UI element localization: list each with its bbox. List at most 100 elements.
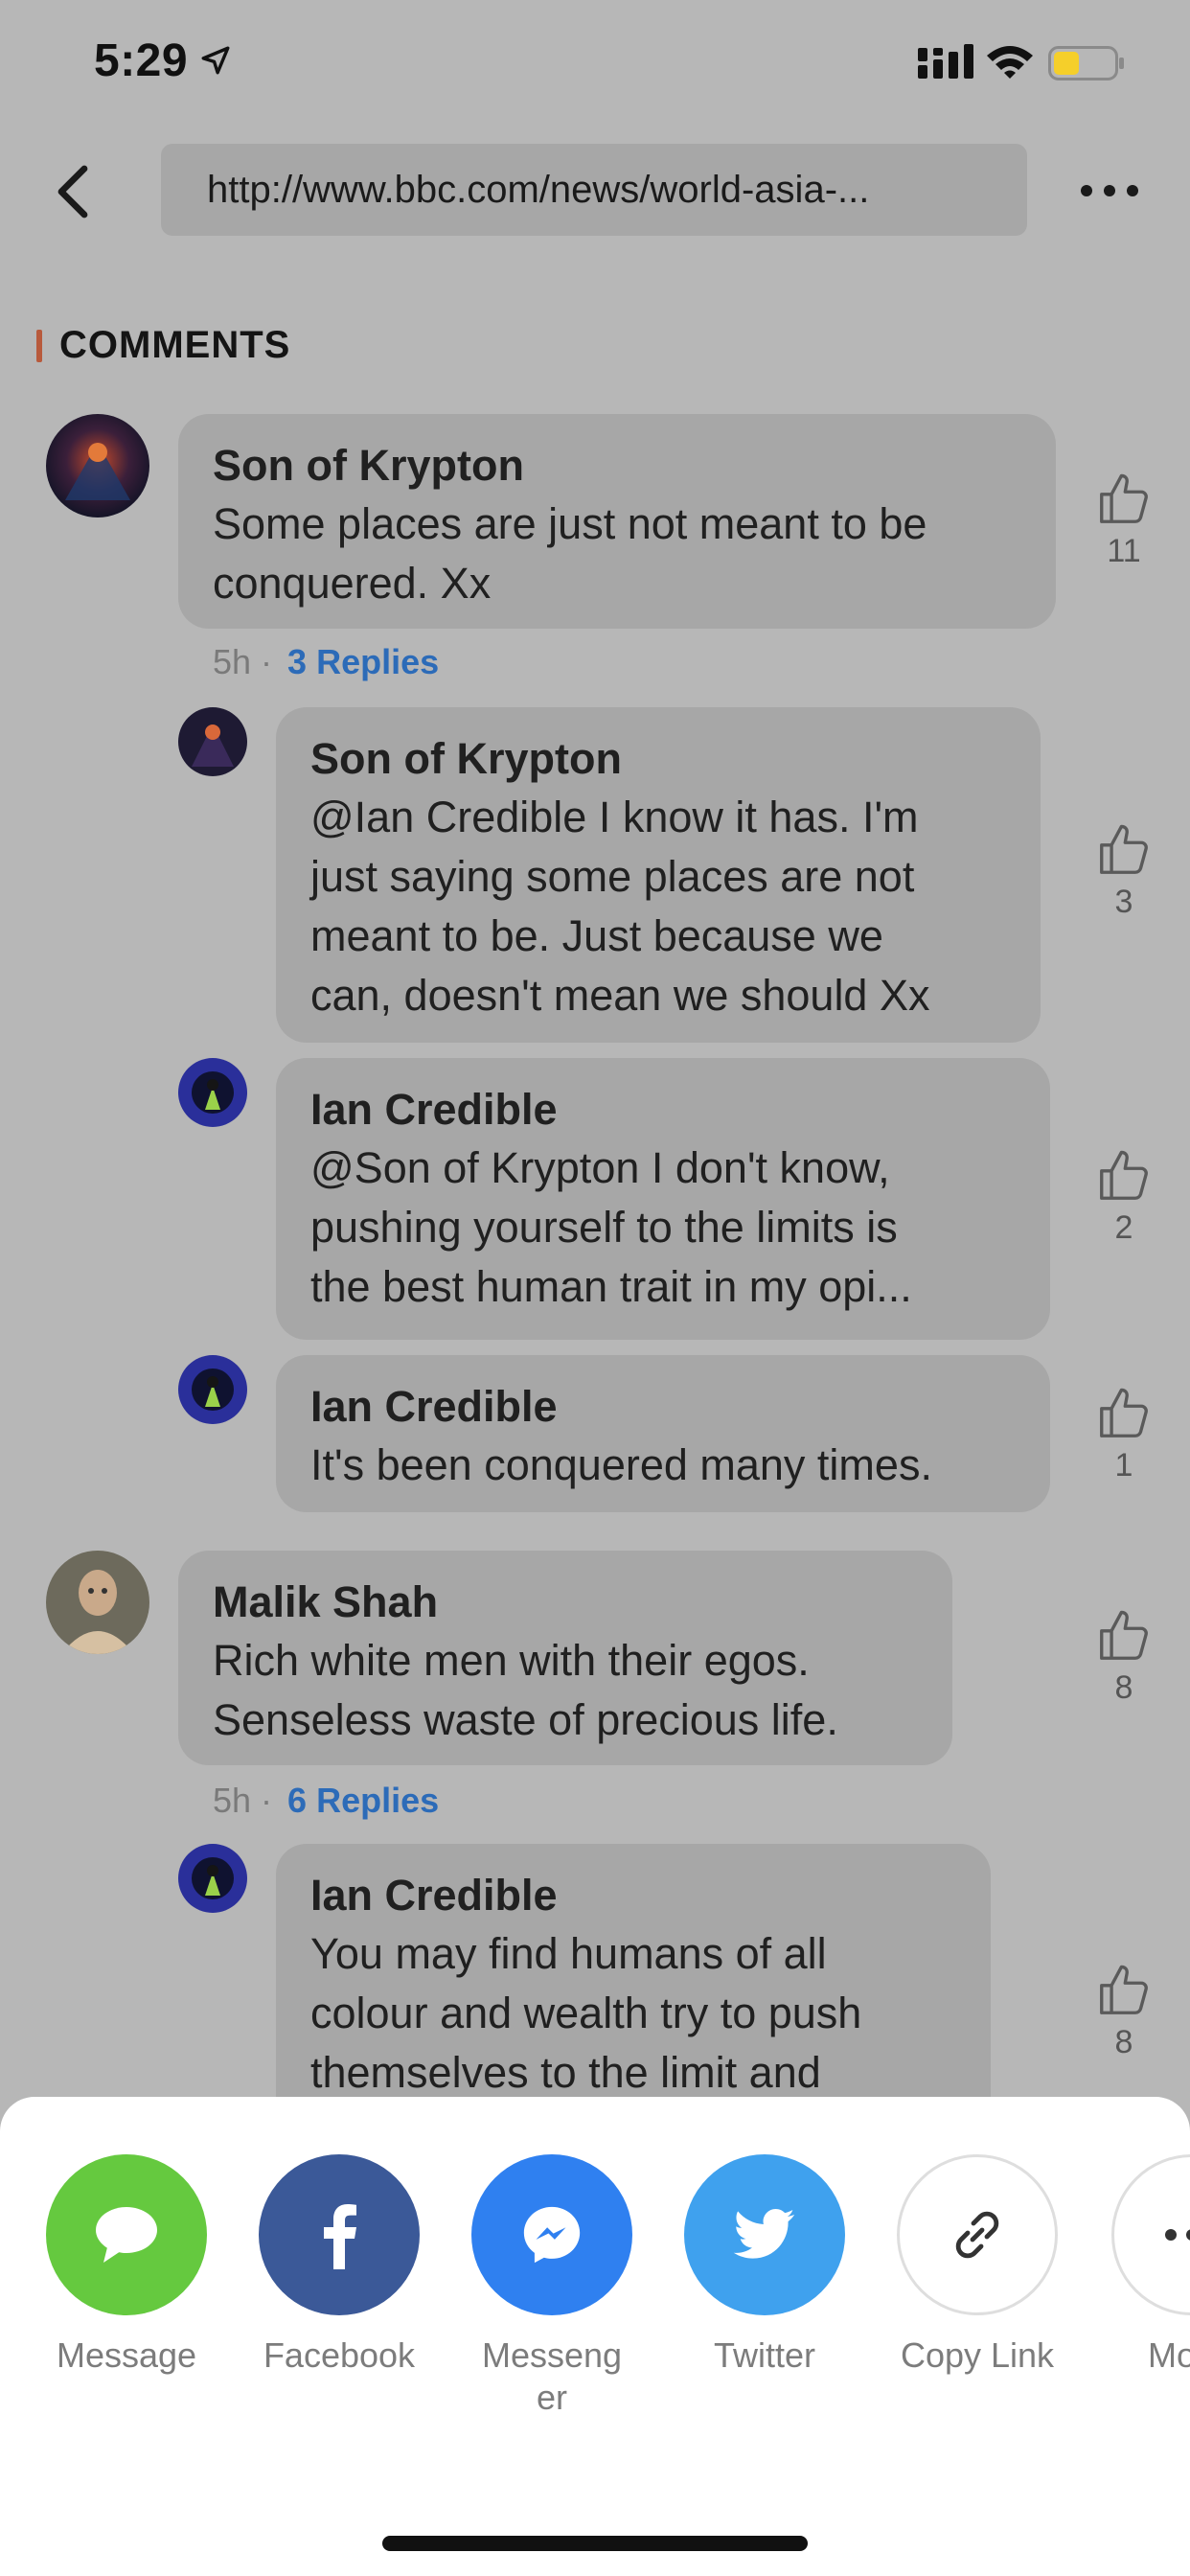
share-messenger-button[interactable]: Messeng er	[456, 2154, 648, 2419]
comment-bubble[interactable]: Son of Krypton Some places are just not …	[178, 414, 1056, 629]
comment-age: 5h	[213, 642, 252, 681]
share-label-line2: er	[536, 2378, 567, 2417]
dot-icon	[1104, 185, 1115, 196]
like-count: 3	[1114, 884, 1133, 920]
more-icon	[1165, 2229, 1190, 2241]
home-indicator	[382, 2536, 808, 2551]
thumbs-up-icon	[1100, 1610, 1148, 1660]
comment-bubble[interactable]: Malik Shah Rich white men with their ego…	[178, 1551, 952, 1765]
reply-bubble[interactable]: Son of Krypton @Ian Credible I know it h…	[276, 707, 1041, 1043]
share-label: Copy Link	[900, 2335, 1055, 2375]
reply-text-line: the best human trait in my opi...	[310, 1262, 912, 1311]
reply-text-line: @Ian Credible I know it has. I'm	[310, 793, 919, 841]
reply-text-line: @Son of Krypton I don't know,	[310, 1143, 890, 1192]
status-time: 5:29	[94, 35, 189, 86]
like-button[interactable]: 8	[1081, 1606, 1167, 1707]
facebook-icon	[324, 2204, 356, 2269]
reply-text-line: themselves to the limit and	[310, 2048, 821, 2097]
reply-bubble[interactable]: Ian Credible @Son of Krypton I don't kno…	[276, 1058, 1050, 1340]
comment-author: Son of Krypton	[213, 441, 524, 490]
comment-text-line: conquered. Xx	[213, 559, 492, 608]
view-replies-link[interactable]: 6 Replies	[287, 1781, 439, 1820]
avatar[interactable]	[178, 707, 247, 776]
link-icon	[955, 2211, 999, 2259]
reply-text-line: meant to be. Just because we	[310, 911, 883, 960]
thumbs-up-icon	[1100, 1965, 1148, 2014]
like-count: 8	[1114, 2024, 1133, 2060]
share-label: Facebook	[263, 2335, 416, 2375]
comment-meta: 5h · 3 Replies	[213, 642, 440, 681]
comment-age: 5h	[213, 1781, 252, 1820]
wifi-icon	[987, 46, 1033, 79]
twitter-icon	[733, 2209, 795, 2259]
reply-text-line: It's been conquered many times.	[310, 1440, 932, 1489]
more-options-button[interactable]	[1081, 176, 1138, 205]
section-title-label: COMMENTS	[59, 324, 291, 366]
share-icon-circle	[1111, 2154, 1190, 2315]
avatar[interactable]	[46, 414, 149, 518]
like-count: 1	[1114, 1447, 1133, 1484]
avatar[interactable]	[178, 1355, 247, 1424]
reply-text-line: pushing yourself to the limits is	[310, 1203, 898, 1252]
section-accent-bar	[36, 329, 42, 362]
comment-author: Malik Shah	[213, 1577, 439, 1626]
share-icon-circle	[684, 2154, 845, 2315]
avatar[interactable]	[178, 1844, 247, 1913]
share-icon-circle	[897, 2154, 1058, 2315]
like-button[interactable]: 11	[1081, 470, 1167, 570]
comment-text-line: Rich white men with their egos.	[213, 1636, 810, 1685]
reply-bubble[interactable]: Ian Credible You may find humans of all …	[276, 1844, 991, 2131]
comment-meta: 5h · 6 Replies	[213, 1781, 440, 1820]
thumbs-up-icon	[1100, 824, 1148, 874]
comment-text-line: Senseless waste of precious life.	[213, 1695, 838, 1744]
cellular-signal-icon	[918, 44, 973, 79]
share-icon-circle	[471, 2154, 632, 2315]
avatar[interactable]	[46, 1551, 149, 1654]
battery-icon	[1048, 46, 1124, 80]
location-arrow-icon	[201, 46, 230, 75]
dot-icon	[1081, 185, 1092, 196]
reply-bubble[interactable]: Ian Credible It's been conquered many ti…	[276, 1355, 1050, 1512]
nav-bar: http://www.bbc.com/news/world-asia-...	[0, 134, 1190, 249]
like-button[interactable]: 1	[1081, 1384, 1167, 1484]
url-text: http://www.bbc.com/news/world-asia-...	[207, 168, 870, 211]
avatar[interactable]	[178, 1058, 247, 1127]
thumbs-up-icon	[1100, 1150, 1148, 1200]
like-count: 8	[1114, 1669, 1133, 1706]
share-icon-circle	[46, 2154, 207, 2315]
copy-link-button[interactable]: Copy Link	[881, 2154, 1073, 2377]
comment-text-line: Some places are just not meant to be	[213, 499, 927, 548]
reply-text-line: just saying some places are not	[310, 852, 915, 901]
view-replies-link[interactable]: 3 Replies	[287, 642, 439, 681]
reply-author: Ian Credible	[310, 1085, 558, 1134]
share-label: Messeng	[481, 2335, 623, 2375]
dot-icon	[1127, 185, 1138, 196]
reply-author: Ian Credible	[310, 1382, 558, 1431]
share-message-button[interactable]: Message	[31, 2154, 222, 2377]
share-twitter-button[interactable]: Twitter	[669, 2154, 860, 2377]
reply-text-line: You may find humans of all	[310, 1929, 827, 1978]
messenger-icon	[523, 2206, 581, 2264]
share-label: Message	[56, 2335, 197, 2375]
message-icon	[96, 2207, 157, 2263]
reply-text-line: colour and wealth try to push	[310, 1989, 862, 2037]
chevron-left-icon	[57, 165, 88, 218]
comments-section-title: COMMENTS	[36, 324, 290, 367]
like-button[interactable]: 3	[1081, 820, 1167, 921]
like-button[interactable]: 8	[1081, 1961, 1167, 2061]
reply-text-line: can, doesn't mean we should Xx	[310, 971, 930, 1020]
share-more-button[interactable]: Mo	[1094, 2154, 1190, 2377]
share-label: Twitter	[713, 2335, 815, 2375]
share-sheet: Message Facebook Messeng er Twitter Copy…	[0, 2097, 1190, 2576]
thumbs-up-icon	[1100, 1388, 1148, 1438]
like-button[interactable]: 2	[1081, 1146, 1167, 1247]
share-facebook-button[interactable]: Facebook	[243, 2154, 435, 2377]
reply-author: Ian Credible	[310, 1871, 558, 1920]
url-field[interactable]: http://www.bbc.com/news/world-asia-...	[161, 144, 1027, 236]
back-button[interactable]	[44, 163, 102, 220]
thumbs-up-icon	[1100, 473, 1148, 523]
like-count: 11	[1107, 533, 1141, 569]
like-count: 2	[1114, 1209, 1133, 1246]
share-label: Mo	[1148, 2335, 1190, 2375]
reply-author: Son of Krypton	[310, 734, 622, 783]
